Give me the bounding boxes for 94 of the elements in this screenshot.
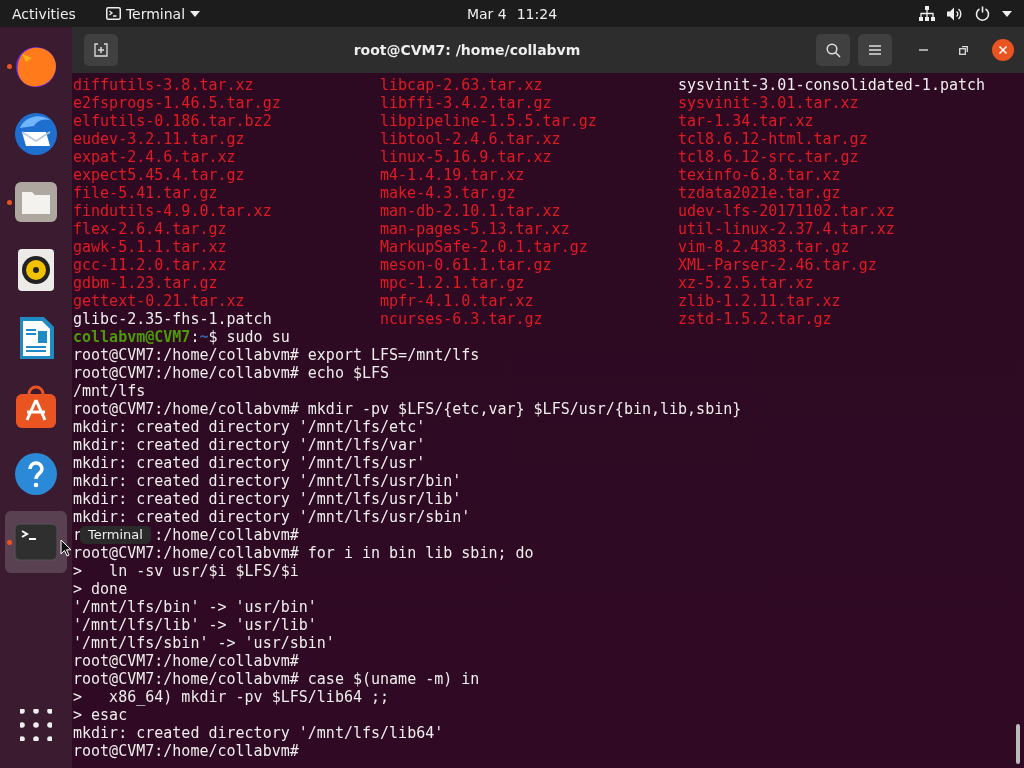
file-name: vim-8.2.4383.tar.gz [678, 238, 850, 256]
activities-button[interactable]: Activities [12, 5, 76, 22]
terminal-line: > esac [73, 706, 128, 724]
file-name: texinfo-6.8.tar.xz [678, 166, 841, 184]
file-name: ncurses-6.3.tar.gz [380, 310, 543, 328]
file-name: man-pages-5.13.tar.xz [380, 220, 570, 238]
app-menu[interactable]: Terminal [105, 5, 201, 22]
mail-icon[interactable] [12, 110, 60, 158]
restore-icon [958, 45, 968, 55]
new-tab-icon [94, 43, 108, 57]
file-name: gcc-11.2.0.tar.xz [73, 256, 227, 274]
file-name: tzdata2021e.tar.gz [678, 184, 841, 202]
file-name: mpfr-4.1.0.tar.xz [380, 292, 534, 310]
file-name: tcl8.6.12-src.tar.gz [678, 148, 859, 166]
dock-item-highlight[interactable] [5, 511, 67, 573]
power-icon[interactable] [975, 6, 990, 21]
terminal-line: mkdir: created directory '/mnt/lfs/usr/lib' [73, 490, 462, 508]
help-icon[interactable] [12, 450, 60, 498]
file-name: meson-0.61.1.tar.gz [380, 256, 552, 274]
terminal-line: collabvm@CVM7:~$ sudo su [73, 328, 290, 346]
terminal-line: root@CVM7:/home/collabvm# echo $LFS [73, 364, 390, 382]
file-name: udev-lfs-20171102.tar.xz [678, 202, 895, 220]
file-name: man-db-2.10.1.tar.xz [380, 202, 561, 220]
terminal-line: root@CVM7:/home/collabvm# mkdir -pv $LFS/{etc,var} $LFS/usr/{bin,lib,sbin} [73, 400, 742, 418]
file-name: gettext-0.21.tar.xz [73, 292, 245, 310]
terminal-line: mkdir: created directory '/mnt/lfs/usr' [73, 454, 426, 472]
file-name: tcl8.6.12-html.tar.gz [678, 130, 868, 148]
file-name: gdbm-1.23.tar.gz [73, 274, 218, 292]
new-tab-button[interactable] [84, 34, 118, 66]
terminal-text: :/home/collabvm# [154, 526, 299, 544]
file-name: file-5.41.tar.gz [73, 184, 218, 202]
terminal-line: mkdir: created directory '/mnt/lfs/var' [73, 436, 426, 454]
file-name: libpipeline-1.5.5.tar.gz [380, 112, 597, 130]
close-button[interactable] [992, 39, 1014, 61]
caret-icon[interactable] [1002, 10, 1012, 17]
terminal-line: '/mnt/lfs/lib' -> 'usr/lib' [73, 616, 317, 634]
file-name: glibc-2.35-fhs-1.patch [73, 310, 272, 328]
app-grid-icon[interactable] [20, 709, 52, 741]
file-name: sysvinit-3.01-consolidated-1.patch [678, 76, 986, 94]
terminal-line: mkdir: created directory '/mnt/lfs/usr/bin' [73, 472, 462, 490]
terminal-line: > ln -sv usr/$i $LFS/$i [73, 562, 299, 580]
terminal-line: mkdir: created directory '/mnt/lfs/lib64' [73, 724, 444, 742]
file-name: xz-5.2.5.tar.xz [678, 274, 814, 292]
terminal-line: '/mnt/lfs/sbin' -> 'usr/sbin' [73, 634, 335, 652]
file-name: mpc-1.2.1.tar.gz [380, 274, 525, 292]
terminal-line: root@CVM7:/home/collabvm# [73, 742, 299, 760]
terminal-line: '/mnt/lfs/bin' -> 'usr/bin' [73, 598, 317, 616]
tooltip: Terminal [80, 526, 151, 544]
file-name: sysvinit-3.01.tar.xz [678, 94, 859, 112]
file-name: eudev-3.2.11.tar.gz [73, 130, 245, 148]
file-name: libcap-2.63.tar.xz [380, 76, 543, 94]
file-name: MarkupSafe-2.0.1.tar.gz [380, 238, 588, 256]
file-name: m4-1.4.19.tar.xz [380, 166, 525, 184]
minimize-icon [918, 49, 928, 51]
terminal-line: root@CVM7:/home/collabvm# export LFS=/mnt/lfs [73, 346, 480, 364]
file-name: make-4.3.tar.gz [380, 184, 516, 202]
menu-button[interactable] [858, 34, 892, 66]
file-name: util-linux-2.37.4.tar.xz [678, 220, 895, 238]
terminal-line: mkdir: created directory '/mnt/lfs/etc' [73, 418, 426, 436]
search-icon [825, 42, 841, 58]
file-name: findutils-4.9.0.tar.xz [73, 202, 272, 220]
terminal-icon [105, 7, 121, 20]
file-name: linux-5.16.9.tar.xz [380, 148, 552, 166]
file-name: libffi-3.4.2.tar.gz [380, 94, 552, 112]
terminal-line: root@CVM7:/home/collabvm# for i in bin lib sbin; do [73, 544, 534, 562]
file-name: expat-2.4.6.tar.xz [73, 148, 236, 166]
file-name: gawk-5.1.1.tar.xz [73, 238, 227, 256]
terminal-line: /mnt/lfs [73, 382, 146, 400]
file-name: diffutils-3.8.tar.xz [73, 76, 254, 94]
terminal-line: > done [73, 580, 128, 598]
scrollbar[interactable] [1016, 724, 1020, 764]
search-button[interactable] [816, 34, 850, 66]
file-name: libtool-2.4.6.tar.xz [380, 130, 561, 148]
menu-icon [869, 45, 881, 55]
file-name: elfutils-0.186.tar.bz2 [73, 112, 272, 130]
network-icon[interactable] [919, 6, 935, 21]
file-name: e2fsprogs-1.46.5.tar.gz [73, 94, 281, 112]
terminal-line: mkdir: created directory '/mnt/lfs/usr/sbin' [73, 508, 471, 526]
close-icon [999, 46, 1007, 54]
volume-icon[interactable] [947, 6, 963, 21]
mouse-pointer-icon [60, 539, 72, 557]
file-name: XML-Parser-2.46.tar.gz [678, 256, 877, 274]
file-name: expect5.45.4.tar.gz [73, 166, 245, 184]
window-title: root@CVM7: /home/collabvm [352, 42, 582, 58]
file-name: zstd-1.5.2.tar.gz [678, 310, 832, 328]
file-name: tar-1.34.tar.xz [678, 112, 814, 130]
terminal-line: > x86_64) mkdir -pv $LFS/lib64 ;; [73, 688, 390, 706]
file-name: zlib-1.2.11.tar.xz [678, 292, 841, 310]
time-text: 11:24 [516, 5, 558, 22]
file-name: flex-2.6.4.tar.gz [73, 220, 227, 238]
caret-icon [190, 10, 201, 17]
terminal-line: root@CVM7:/home/collabvm# case $(uname -m) in [73, 670, 480, 688]
date-text: Mar 4 [466, 5, 507, 22]
terminal-line: root@CVM7:/home/collabvm# [73, 652, 299, 670]
